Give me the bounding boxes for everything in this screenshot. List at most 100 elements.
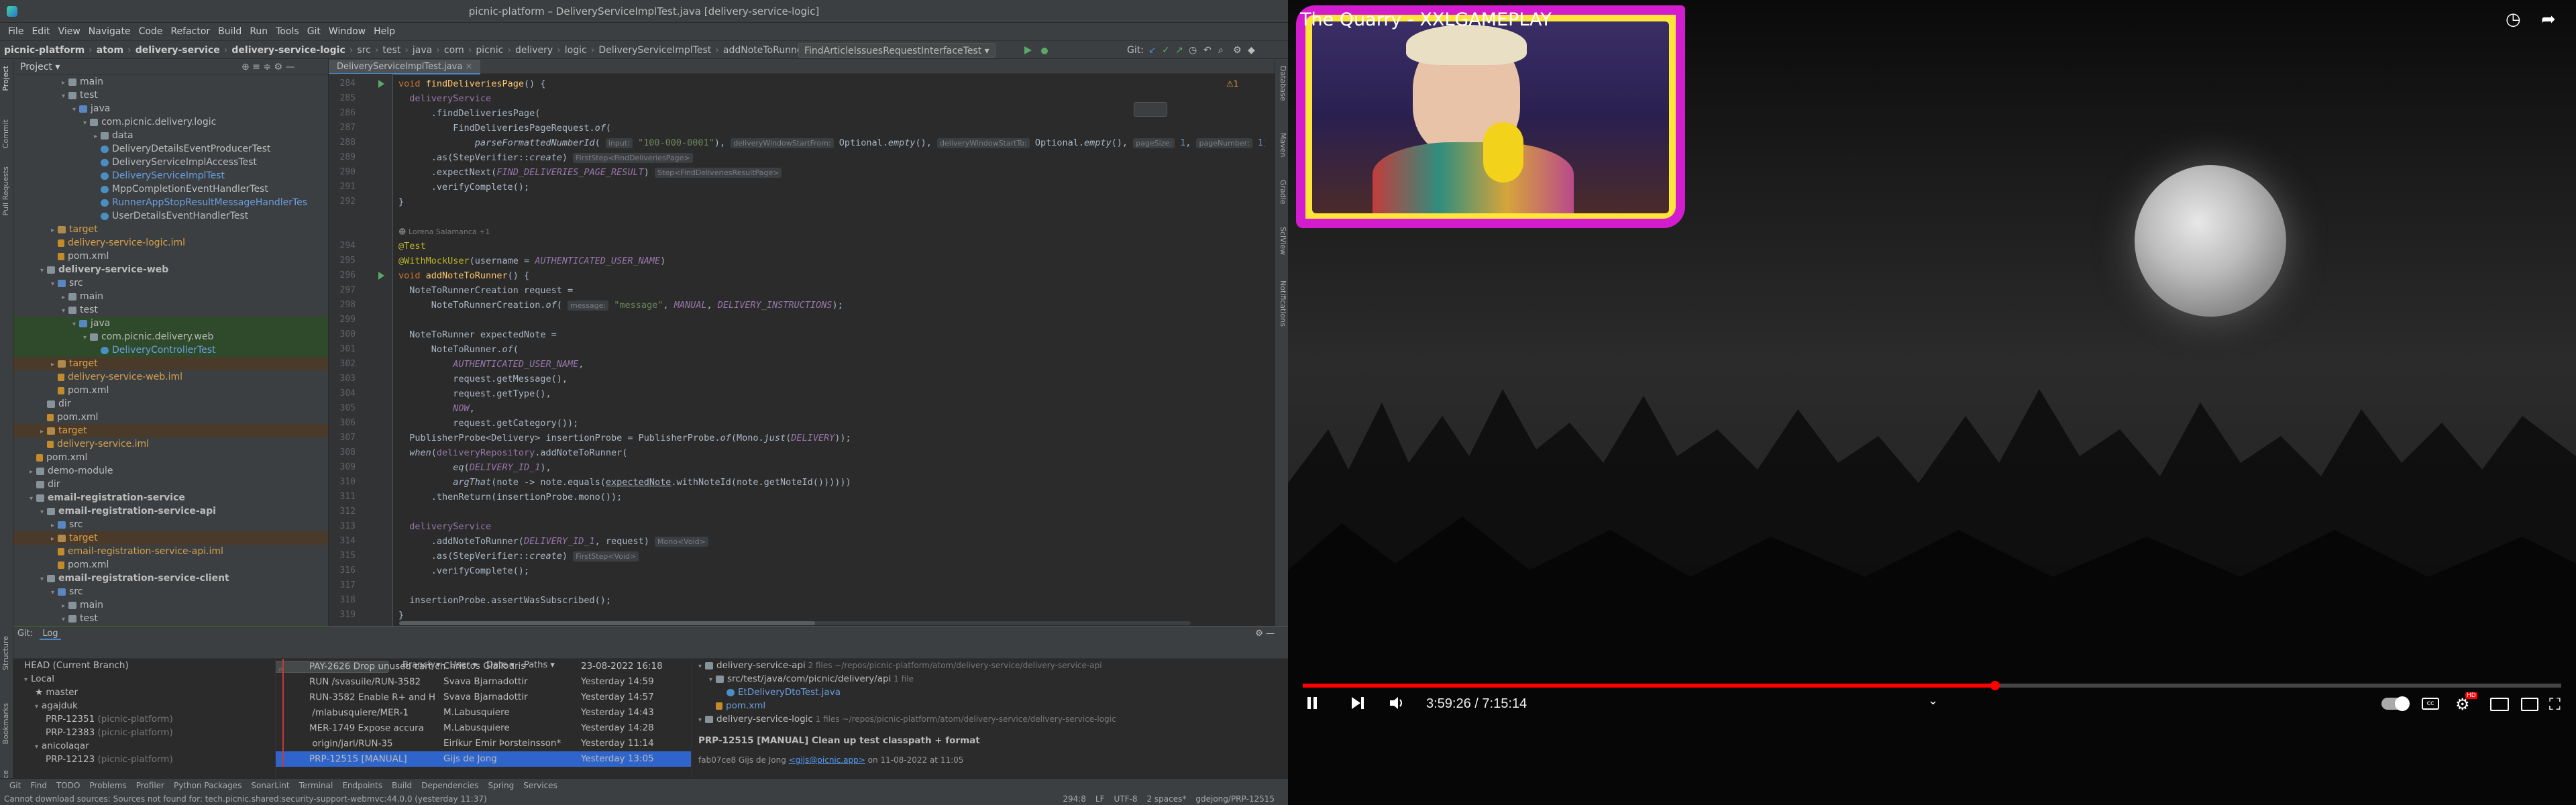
project-tree-item[interactable]: MppCompletionEventHandlerTest: [13, 182, 328, 196]
close-tab-icon[interactable]: ×: [465, 62, 472, 72]
structure-tool-tab[interactable]: Structure: [1, 636, 12, 670]
project-tree-item[interactable]: ▾ test: [13, 89, 328, 102]
changed-file-item[interactable]: pom.xml: [692, 699, 1288, 712]
changed-file-item[interactable]: EtDeliveryDtoTest.java: [692, 686, 1288, 699]
tool-window-git[interactable]: Git: [9, 781, 21, 790]
project-tree-item[interactable]: DeliveryDetailsEventProducerTest: [13, 142, 328, 156]
breadcrumb-item[interactable]: java: [413, 41, 432, 60]
changed-file-item[interactable]: ▾ delivery-service-logic 1 files ~/repos/…: [692, 712, 1288, 726]
tree-expand-icon[interactable]: ▾: [72, 318, 79, 331]
reader-mode-toggle[interactable]: [1134, 102, 1167, 117]
project-tree-item[interactable]: ▸ data: [13, 129, 328, 142]
tool-window-build[interactable]: Build: [392, 781, 412, 790]
tree-expand-icon[interactable]: ▾: [40, 264, 47, 278]
debug-button[interactable]: [1040, 41, 1049, 58]
tool-window-profiler[interactable]: Profiler: [136, 781, 164, 790]
project-tree-item[interactable]: ▸ main: [13, 290, 328, 303]
project-tree-item[interactable]: ▸ target: [13, 357, 328, 370]
editor-tab[interactable]: DeliveryServiceImplTest.java ×: [329, 60, 481, 74]
autoplay-toggle[interactable]: [2381, 696, 2410, 711]
tool-window-endpoints[interactable]: Endpoints: [342, 781, 382, 790]
breadcrumb-item[interactable]: delivery-service-logic: [231, 41, 345, 60]
project-tree-item[interactable]: delivery-service-web.iml: [13, 370, 328, 384]
menu-git[interactable]: Git: [307, 26, 321, 37]
status-item[interactable]: UTF-8: [1114, 794, 1138, 804]
tool-window-find[interactable]: Find: [30, 781, 47, 790]
project-tree-item[interactable]: RunnerAppStopResultMessageHandlerTes: [13, 196, 328, 209]
theater-mode-icon[interactable]: [2521, 698, 2538, 711]
project-tree-item[interactable]: UserDetailsEventHandlerTest: [13, 209, 328, 223]
tree-expand-icon[interactable]: ▸: [51, 519, 58, 533]
progress-bar[interactable]: [1303, 681, 2561, 690]
warning-indicator-icon[interactable]: ⚠1: [1226, 79, 1238, 89]
run-button[interactable]: [1023, 41, 1032, 58]
menu-run[interactable]: Run: [250, 26, 268, 37]
tree-expand-icon[interactable]: ▸: [51, 358, 58, 372]
tool-window-python-packages[interactable]: Python Packages: [174, 781, 241, 790]
git-push-icon[interactable]: ↗: [1175, 41, 1183, 60]
breadcrumb-item[interactable]: src: [357, 41, 370, 60]
project-tree-item[interactable]: ▾ email-registration-service-client: [13, 572, 328, 585]
code-area[interactable]: void findDeliveriesPage() { deliveryServ…: [393, 74, 1265, 626]
menu-navigate[interactable]: Navigate: [89, 26, 131, 37]
commit-email-link[interactable]: <gijs@picnic.app>: [789, 755, 865, 765]
tree-expand-icon[interactable]: ▾: [72, 103, 79, 117]
settings-icon[interactable]: ⚙: [1233, 41, 1242, 60]
status-item[interactable]: 2 spaces*: [1146, 794, 1186, 804]
tree-expand-icon[interactable]: ▾: [62, 90, 68, 103]
tree-expand-icon[interactable]: ▾: [62, 305, 68, 318]
tree-expand-icon[interactable]: ▸: [51, 224, 58, 237]
tool-window-sonarlint[interactable]: SonarLint: [251, 781, 289, 790]
next-button[interactable]: [1350, 695, 1366, 714]
breadcrumb-item[interactable]: picnic: [476, 41, 503, 60]
breadcrumb-item[interactable]: logic: [565, 41, 587, 60]
git-update-icon[interactable]: ↙: [1148, 41, 1157, 60]
menu-window[interactable]: Window: [329, 26, 366, 37]
commit-row[interactable]: RUN-3582 Enable R+ and H Svava Bjarnadott…: [276, 690, 691, 705]
breadcrumb-item[interactable]: delivery: [515, 41, 553, 60]
branch-expand-icon[interactable]: ▾: [35, 700, 42, 714]
pull-requests-tool-tab[interactable]: Pull Requests: [1, 166, 12, 215]
tree-expand-icon[interactable]: ▾: [51, 278, 58, 291]
tool-window-dependencies[interactable]: Dependencies: [421, 781, 478, 790]
project-tree-item[interactable]: ▾ delivery-service-web: [13, 263, 328, 276]
progress-scrubber[interactable]: [1990, 681, 2000, 690]
rollback-icon[interactable]: ↶: [1203, 41, 1212, 60]
maven-tool-tab[interactable]: Maven: [1277, 133, 1287, 157]
menu-edit[interactable]: Edit: [32, 26, 50, 37]
commit-row[interactable]: /mlabusquiere/MER-1 M.Labusquiere Yesterda…: [276, 705, 691, 720]
horizontal-scrollbar[interactable]: [399, 621, 1191, 625]
project-tree-item[interactable]: pom.xml: [13, 250, 328, 263]
commit-tool-tab[interactable]: Commit: [1, 119, 12, 148]
tree-expand-icon[interactable]: ▸: [94, 130, 101, 144]
breadcrumb-item[interactable]: com: [444, 41, 464, 60]
branch-item[interactable]: ★ master: [13, 686, 275, 699]
project-tree-item[interactable]: DeliveryServiceImplAccessTest: [13, 156, 328, 169]
tool-window-problems[interactable]: Problems: [89, 781, 126, 790]
project-tree-item[interactable]: ▾ com.picnic.delivery.logic: [13, 115, 328, 129]
share-icon[interactable]: ➦: [2541, 9, 2556, 30]
menu-tools[interactable]: Tools: [276, 26, 299, 37]
breadcrumb-item[interactable]: addNoteToRunner: [723, 41, 806, 60]
project-tree-item[interactable]: delivery-service.iml: [13, 437, 328, 451]
project-tree-item[interactable]: ▸ target: [13, 223, 328, 236]
notifications-tool-tab[interactable]: Notifications: [1277, 280, 1287, 327]
project-tree-item[interactable]: ▾ src: [13, 276, 328, 290]
project-tree-item[interactable]: pom.xml: [13, 411, 328, 424]
breadcrumb-item[interactable]: test: [382, 41, 400, 60]
menu-help[interactable]: Help: [374, 26, 395, 37]
tree-expand-icon[interactable]: ▾: [30, 492, 36, 506]
tool-window-services[interactable]: Services: [523, 781, 557, 790]
project-tree-item[interactable]: dir: [13, 478, 328, 491]
history-icon[interactable]: ◷: [1189, 41, 1197, 60]
fullscreen-icon[interactable]: ⛶: [2549, 695, 2561, 714]
tool-window-spring[interactable]: Spring: [488, 781, 514, 790]
project-tree-item[interactable]: ▸ main: [13, 598, 328, 612]
project-tree-item[interactable]: ▸ target: [13, 531, 328, 545]
tree-expand-icon[interactable]: ▸: [62, 600, 68, 613]
tree-expand-icon[interactable]: ▾: [51, 586, 58, 600]
project-panel-toolbar[interactable]: ⊕ ≡ ≑ ⚙ —: [241, 59, 295, 75]
status-item[interactable]: 294:8: [1063, 794, 1086, 804]
git-panel-settings-icon[interactable]: ⚙ —: [1255, 627, 1275, 641]
commit-row[interactable]: MER-1749 Expose accura M.Labusquiere Yeste…: [276, 720, 691, 736]
